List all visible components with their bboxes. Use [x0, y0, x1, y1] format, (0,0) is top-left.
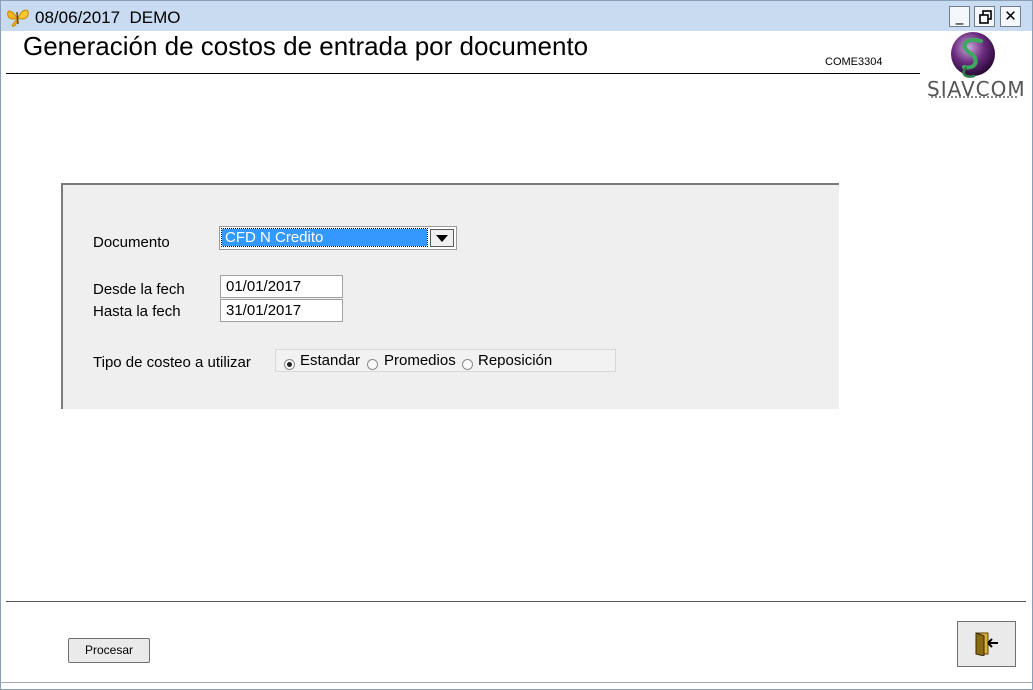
chevron-down-icon: [436, 235, 448, 242]
close-icon: ✕: [1004, 7, 1017, 25]
app-window: 08/06/2017 DEMO _ ✕ Generación de costos…: [0, 0, 1033, 690]
status-divider: [1, 682, 1032, 683]
documento-select[interactable]: CFD N Credito: [219, 226, 457, 250]
exit-door-icon: [975, 632, 998, 656]
close-button[interactable]: ✕: [1000, 6, 1021, 27]
hasta-label: Hasta la fech: [93, 303, 181, 320]
desde-fecha-input[interactable]: 01/01/2017: [220, 275, 343, 298]
minimize-button[interactable]: _: [949, 6, 970, 27]
footer-divider: [6, 601, 1026, 602]
form-code: COME3304: [825, 56, 883, 68]
restore-icon: [979, 10, 992, 24]
hasta-fecha-input[interactable]: 31/01/2017: [220, 299, 343, 322]
option-promedios-label[interactable]: Promedios: [384, 352, 456, 369]
restore-button[interactable]: [974, 6, 995, 27]
minimize-icon: _: [955, 7, 964, 25]
radio-promedios[interactable]: [367, 359, 378, 370]
radio-estandar[interactable]: [284, 359, 295, 370]
logo-underline: [931, 96, 1017, 101]
page-title: Generación de costos de entrada por docu…: [23, 31, 589, 61]
title-divider: [6, 73, 920, 74]
title-bar: 08/06/2017 DEMO _ ✕: [1, 1, 1032, 31]
window-title: 08/06/2017 DEMO: [35, 8, 181, 27]
tipo-costeo-label: Tipo de costeo a utilizar: [93, 354, 251, 371]
tipo-costeo-group: Estandar Promedios Reposición: [275, 349, 616, 372]
dropdown-button[interactable]: [430, 229, 454, 247]
option-estandar-label[interactable]: Estandar: [300, 352, 360, 369]
desde-label: Desde la fech: [93, 281, 185, 298]
documento-label: Documento: [93, 234, 170, 251]
procesar-button[interactable]: Procesar: [68, 638, 150, 663]
documento-selected-value: CFD N Credito: [221, 228, 428, 247]
butterfly-icon: [5, 6, 31, 28]
exit-button[interactable]: [957, 621, 1016, 667]
radio-reposicion[interactable]: [462, 359, 473, 370]
option-reposicion-label[interactable]: Reposición: [478, 352, 552, 369]
